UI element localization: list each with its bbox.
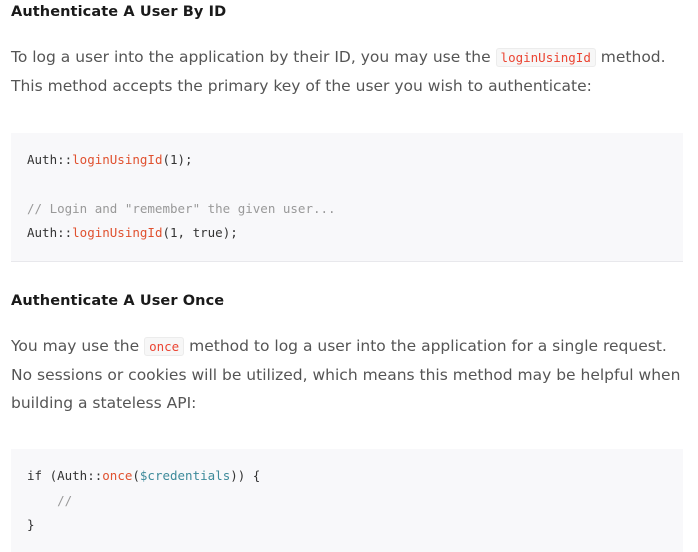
code-block-once: if (Auth::once($credentials)) { // }	[11, 449, 683, 552]
paragraph-text: You may use the	[11, 337, 145, 355]
paragraph-text: method.	[595, 48, 666, 66]
code-comment: //	[27, 493, 73, 508]
code-token: );	[222, 225, 238, 240]
code-token: Auth::	[57, 468, 103, 483]
code-line: if (Auth::once($credentials)) {	[27, 468, 260, 483]
code-block-login-using-id: Auth::loginUsingId(1); // Login and "rem…	[11, 133, 683, 262]
paragraph-text: This method accepts the primary key of t…	[11, 77, 592, 95]
code-token: once	[102, 468, 133, 483]
code-token: $credentials	[139, 468, 231, 483]
section-heading-authenticate-once[interactable]: Authenticate A User Once	[11, 293, 224, 309]
section-paragraph-by-id: To log a user into the application by th…	[11, 43, 691, 100]
code-line: }	[27, 517, 35, 532]
documentation-page: Authenticate A User By ID To log a user …	[0, 0, 698, 552]
inline-code-once: once	[144, 337, 185, 356]
code-token: true	[192, 225, 223, 240]
inline-code-login-using-id: loginUsingId	[495, 48, 596, 67]
code-line: Auth::loginUsingId(1);	[27, 152, 193, 167]
code-token: loginUsingId	[72, 225, 163, 240]
code-token: (	[132, 468, 140, 483]
code-token: if (	[27, 468, 58, 483]
code-token: )) {	[230, 468, 261, 483]
section-paragraph-once: You may use the once method to log a use…	[11, 332, 681, 417]
paragraph-text: To log a user into the application by th…	[11, 48, 496, 66]
code-token: Auth::	[27, 225, 73, 240]
code-line: Auth::loginUsingId(1, true);	[27, 225, 238, 240]
code-token: (1);	[162, 152, 193, 167]
code-token: (1,	[162, 225, 193, 240]
code-token: Auth::	[27, 152, 73, 167]
code-comment: // Login and "remember" the given user..…	[27, 201, 336, 216]
section-heading-authenticate-by-id[interactable]: Authenticate A User By ID	[11, 4, 226, 20]
code-token: loginUsingId	[72, 152, 163, 167]
